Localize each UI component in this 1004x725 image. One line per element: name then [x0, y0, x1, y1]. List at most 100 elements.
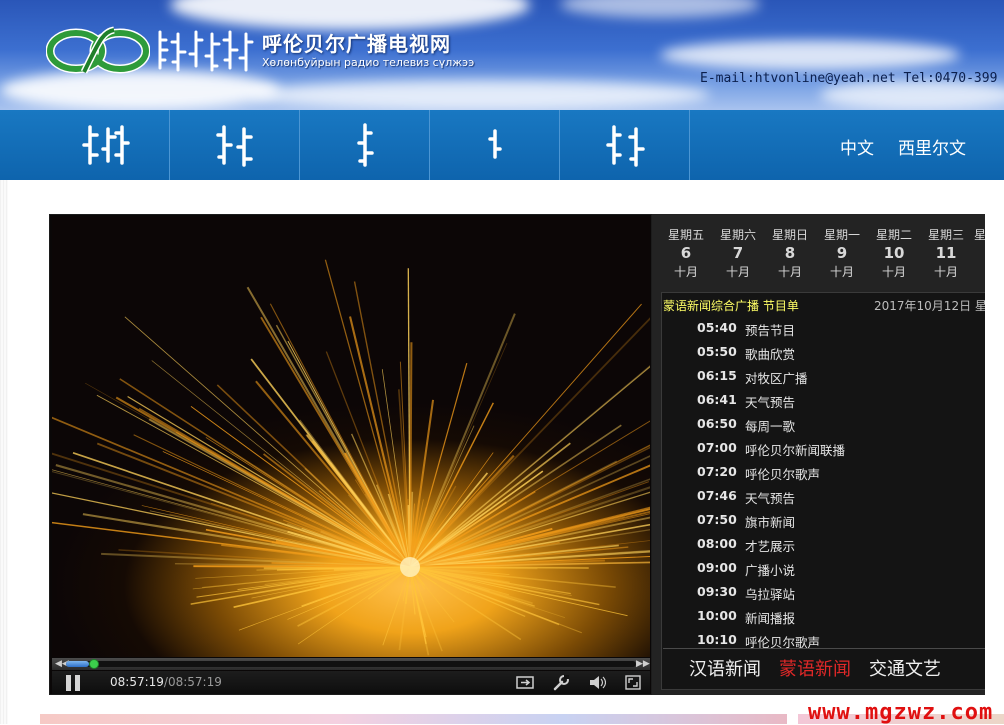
contact-info: E-mail:htvonline@yeah.net Tel:0470-399: [700, 71, 997, 86]
lang-cyrillic-link[interactable]: 西里尔文: [898, 134, 966, 159]
bottom-banner[interactable]: [40, 714, 787, 724]
mongolian-script-icon: [340, 123, 390, 167]
program-name: 对牧区广播: [745, 368, 808, 387]
program-time: 09:30: [697, 584, 737, 599]
program-time: 05:40: [697, 320, 737, 335]
program-name: 歌曲欣赏: [745, 344, 795, 363]
time-display: 08:57:19/08:57:19: [110, 675, 222, 689]
day-number: 11: [920, 242, 972, 264]
program-row[interactable]: 06:15 对牧区广播: [662, 365, 985, 389]
program-name: 新闻播报: [745, 608, 795, 627]
day-number: 6: [660, 242, 712, 264]
day-tab[interactable]: 星期日 8 十月: [764, 228, 816, 280]
seek-handle[interactable]: [89, 659, 99, 669]
program-row[interactable]: 06:50 每周一歌: [662, 413, 985, 437]
program-row[interactable]: 05:50 歌曲欣赏: [662, 341, 985, 365]
program-row[interactable]: 10:00新闻播报: [662, 605, 985, 629]
program-time: 06:15: [697, 368, 737, 383]
day-tab[interactable]: 星期五 6 十月: [660, 228, 712, 280]
watermark-text: www.mgzwz.com: [808, 700, 993, 725]
seek-track[interactable]: [66, 661, 636, 667]
day-month: 十月: [920, 264, 972, 280]
day-tab[interactable]: 星期六 7 十月: [712, 228, 764, 280]
light-ray: [302, 567, 410, 606]
program-row[interactable]: 07:20呼伦贝尔歌声: [662, 461, 985, 485]
program-list: 蒙语新闻综合广播 节目单 2017年10月12日 星期 05:40预告节目 05…: [661, 292, 985, 690]
program-name: 每周一歌: [745, 416, 795, 435]
program-row[interactable]: 09:00广播小说: [662, 557, 985, 581]
program-time: 06:50: [697, 416, 737, 431]
day-number: 8: [764, 242, 816, 264]
left-decoration: [0, 180, 8, 724]
nav-item-4[interactable]: [430, 110, 560, 180]
pause-icon[interactable]: [66, 675, 82, 691]
program-time: 10:10: [697, 632, 737, 647]
program-name: 广播小说: [745, 560, 795, 579]
day-number: 10: [868, 242, 920, 264]
program-time: 05:50: [697, 344, 737, 359]
screen-mode-icon[interactable]: [516, 674, 534, 691]
program-name: 天气预告: [745, 392, 795, 411]
seek-forward-icon[interactable]: ▶▶: [636, 659, 650, 669]
day-tab[interactable]: 星期三 11 十月: [920, 228, 972, 280]
program-row[interactable]: 07:00 呼伦贝尔新闻联播: [662, 437, 985, 461]
program-schedule: 星期五 6 十月 星期六 7 十月 星期日 8 十月 星期一 9 十月 星期二 …: [652, 214, 985, 695]
program-time: 07:20: [697, 464, 737, 479]
program-row[interactable]: 09:30 乌拉驿站: [662, 581, 985, 605]
day-weekday: 星期三: [920, 228, 972, 242]
day-number: 9: [816, 242, 868, 264]
video-player: ◀◀ ▶▶ 08:57:19/08:57:19: [49, 214, 652, 695]
mongolian-script-icon: [80, 123, 130, 167]
logo-icon[interactable]: [46, 24, 150, 78]
program-name: 天气预告: [745, 488, 795, 507]
logo-mongolian-script: [154, 28, 254, 74]
day-month: 十月: [868, 264, 920, 280]
program-row[interactable]: 05:40 预告节目: [662, 317, 985, 341]
volume-icon[interactable]: [588, 674, 606, 691]
day-tab[interactable]: 星: [974, 228, 985, 242]
nav-item-2[interactable]: [170, 110, 300, 180]
nav-item-1[interactable]: [40, 110, 170, 180]
nav-item-3[interactable]: [300, 110, 430, 180]
schedule-date: 2017年10月12日 星期: [874, 297, 985, 314]
day-number: 7: [712, 242, 764, 264]
program-name: 乌拉驿站: [745, 584, 795, 603]
program-row[interactable]: 08:00 才艺展示: [662, 533, 985, 557]
duration: /08:57:19: [164, 675, 222, 689]
program-name: 呼伦贝尔新闻联播: [745, 440, 845, 459]
fullscreen-icon[interactable]: [624, 674, 642, 691]
program-time: 07:46: [697, 488, 737, 503]
day-weekday: 星期二: [868, 228, 920, 242]
day-weekday: 星期日: [764, 228, 816, 242]
lang-chinese-link[interactable]: 中文: [840, 134, 874, 159]
program-time: 07:00: [697, 440, 737, 455]
mongolian-script-icon: [600, 123, 650, 167]
channel-tabs: 汉语新闻 蒙语新闻 交通文艺: [663, 648, 985, 688]
tab-traffic-arts[interactable]: 交通文艺: [869, 655, 941, 681]
day-tab[interactable]: 星期二 10 十月: [868, 228, 920, 280]
light-core: [400, 557, 420, 577]
program-name: 预告节目: [745, 320, 795, 339]
program-row[interactable]: 06:41 天气预告: [662, 389, 985, 413]
day-month: 十月: [816, 264, 868, 280]
day-month: 十月: [764, 264, 816, 280]
seek-progress: [66, 661, 89, 667]
program-row[interactable]: 07:46 天气预告: [662, 485, 985, 509]
current-time: 08:57:19: [110, 675, 164, 689]
tab-chinese-news[interactable]: 汉语新闻: [689, 655, 761, 681]
settings-wrench-icon[interactable]: [552, 674, 570, 691]
control-bar: 08:57:19/08:57:19: [52, 671, 650, 694]
program-name: 旗市新闻: [745, 512, 795, 531]
tab-mongolian-news[interactable]: 蒙语新闻: [779, 655, 851, 681]
video-screen[interactable]: [52, 217, 650, 657]
program-row[interactable]: 07:50 旗市新闻: [662, 509, 985, 533]
program-name: 才艺展示: [745, 536, 795, 555]
nav-item-5[interactable]: [560, 110, 690, 180]
program-time: 07:50: [697, 512, 737, 527]
program-time: 06:41: [697, 392, 737, 407]
day-tab[interactable]: 星期一 9 十月: [816, 228, 868, 280]
seek-bar[interactable]: ◀◀ ▶▶: [52, 658, 650, 670]
mongolian-script-icon: [210, 123, 260, 167]
day-weekday: 星: [974, 228, 985, 242]
program-time: 08:00: [697, 536, 737, 551]
